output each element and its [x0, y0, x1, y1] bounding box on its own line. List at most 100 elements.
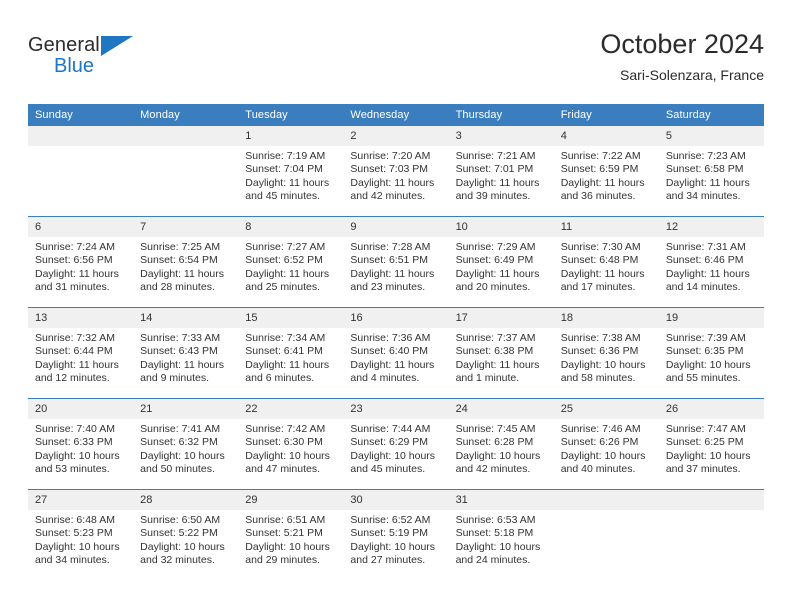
sunset-text: Sunset: 6:33 PM	[35, 436, 113, 449]
sunset-text: Sunset: 6:44 PM	[35, 345, 113, 358]
calendar-day-cell[interactable]: 19 Sunrise: 7:39 AM Sunset: 6:35 PM Dayligh…	[658, 307, 764, 399]
calendar-day-cell-empty	[28, 126, 134, 217]
daylight-text: and 6 minutes.	[245, 372, 315, 385]
calendar-day-cell[interactable]: 21 Sunrise: 7:41 AM Sunset: 6:32 PM Dayligh…	[133, 398, 239, 490]
sunset-text: Sunset: 6:58 PM	[665, 163, 744, 176]
calendar-day-cell[interactable]: 12 Sunrise: 7:31 AM Sunset: 6:46 PM Dayligh…	[658, 216, 764, 308]
daylight-text: and 1 minute.	[455, 372, 520, 385]
page-subtitle: Sari-Solenzara, France	[620, 67, 764, 83]
daylight-text: and 42 minutes.	[455, 463, 531, 476]
sunset-text: Sunset: 5:19 PM	[350, 527, 429, 540]
sunrise-text: Sunrise: 7:33 AM	[140, 332, 221, 344]
calendar-day-cell[interactable]: 22 Sunrise: 7:42 AM Sunset: 6:30 PM Dayligh…	[238, 398, 344, 490]
sunrise-text: Sunrise: 6:53 AM	[455, 514, 536, 526]
day-number: 25	[553, 399, 659, 419]
calendar-day-cell[interactable]: 24 Sunrise: 7:45 AM Sunset: 6:28 PM Dayligh…	[448, 398, 554, 490]
calendar-day-cell[interactable]: 9 Sunrise: 7:28 AM Sunset: 6:51 PM Daylight…	[343, 216, 449, 308]
sunrise-text: Sunrise: 7:44 AM	[350, 423, 431, 435]
daylight-text: Daylight: 10 hours	[140, 449, 225, 462]
calendar-day-cell[interactable]: 8 Sunrise: 7:27 AM Sunset: 6:52 PM Daylight…	[238, 216, 344, 308]
sunset-text: Sunset: 6:32 PM	[140, 436, 218, 449]
daylight-text: Daylight: 10 hours	[665, 358, 751, 371]
day-number: 6	[28, 217, 134, 237]
daylight-text: Daylight: 11 hours	[560, 267, 645, 280]
day-number: 17	[448, 308, 554, 328]
day-details: Sunrise: 7:20 AM Sunset: 7:03 PM Daylight:…	[343, 146, 448, 204]
sunset-text: Sunset: 6:48 PM	[560, 254, 639, 267]
day-number: 14	[133, 308, 239, 328]
sunset-text: Sunset: 6:56 PM	[35, 254, 113, 267]
calendar-day-cell[interactable]: 3 Sunrise: 7:21 AM Sunset: 7:01 PM Daylight…	[448, 126, 554, 217]
day-details: Sunrise: 6:52 AM Sunset: 5:19 PM Daylight:…	[343, 510, 448, 568]
day-number: 24	[448, 399, 554, 419]
day-details: Sunrise: 7:32 AM Sunset: 6:44 PM Daylight:…	[28, 328, 133, 386]
calendar-day-cell[interactable]: 31 Sunrise: 6:53 AM Sunset: 5:18 PM Dayligh…	[448, 489, 554, 580]
weekday-header-tuesday: Tuesday	[238, 104, 344, 126]
daylight-text: Daylight: 11 hours	[455, 267, 540, 280]
calendar-day-cell[interactable]: 1 Sunrise: 7:19 AM Sunset: 7:04 PM Daylight…	[238, 126, 344, 217]
calendar-day-cell[interactable]: 26 Sunrise: 7:47 AM Sunset: 6:25 PM Dayligh…	[658, 398, 764, 490]
day-details: Sunrise: 7:27 AM Sunset: 6:52 PM Daylight:…	[238, 237, 343, 295]
calendar-body: 1 Sunrise: 7:19 AM Sunset: 7:04 PM Daylight…	[28, 126, 764, 580]
sunset-text: Sunset: 6:43 PM	[140, 345, 218, 358]
calendar-day-cell[interactable]: 7 Sunrise: 7:25 AM Sunset: 6:54 PM Daylight…	[133, 216, 239, 308]
day-details: Sunrise: 7:41 AM Sunset: 6:32 PM Daylight:…	[133, 419, 238, 477]
calendar-day-cell-empty	[133, 126, 239, 217]
calendar-day-cell[interactable]: 29 Sunrise: 6:51 AM Sunset: 5:21 PM Dayligh…	[238, 489, 344, 580]
day-details: Sunrise: 7:28 AM Sunset: 6:51 PM Daylight:…	[343, 237, 448, 295]
calendar-day-cell[interactable]: 23 Sunrise: 7:44 AM Sunset: 6:29 PM Dayligh…	[343, 398, 449, 490]
calendar-day-cell[interactable]: 27 Sunrise: 6:48 AM Sunset: 5:23 PM Dayligh…	[28, 489, 134, 580]
calendar-day-cell[interactable]: 6 Sunrise: 7:24 AM Sunset: 6:56 PM Daylight…	[28, 216, 134, 308]
sunset-text: Sunset: 6:38 PM	[455, 345, 534, 358]
day-number: 27	[28, 490, 134, 510]
sunset-text: Sunset: 6:40 PM	[350, 345, 429, 358]
sunrise-text: Sunrise: 7:22 AM	[560, 150, 641, 162]
sunset-text: Sunset: 5:22 PM	[140, 527, 218, 540]
calendar-day-cell[interactable]: 25 Sunrise: 7:46 AM Sunset: 6:26 PM Dayligh…	[553, 398, 659, 490]
day-number: 21	[133, 399, 239, 419]
day-number: 7	[133, 217, 239, 237]
sunset-text: Sunset: 7:01 PM	[455, 163, 534, 176]
calendar-day-cell[interactable]: 17 Sunrise: 7:37 AM Sunset: 6:38 PM Dayligh…	[448, 307, 554, 399]
day-number: 8	[238, 217, 344, 237]
calendar-day-cell[interactable]: 28 Sunrise: 6:50 AM Sunset: 5:22 PM Dayligh…	[133, 489, 239, 580]
calendar-day-cell[interactable]: 13 Sunrise: 7:32 AM Sunset: 6:44 PM Dayligh…	[28, 307, 134, 399]
sunrise-text: Sunrise: 7:38 AM	[560, 332, 641, 344]
sunset-text: Sunset: 6:36 PM	[560, 345, 639, 358]
calendar-day-cell[interactable]: 5 Sunrise: 7:23 AM Sunset: 6:58 PM Daylight…	[658, 126, 764, 217]
sunrise-text: Sunrise: 7:32 AM	[35, 332, 115, 344]
sunrise-text: Sunrise: 7:47 AM	[665, 423, 746, 435]
calendar-day-cell[interactable]: 15 Sunrise: 7:34 AM Sunset: 6:41 PM Dayligh…	[238, 307, 344, 399]
daylight-text: and 20 minutes.	[455, 281, 531, 294]
calendar-day-cell[interactable]: 4 Sunrise: 7:22 AM Sunset: 6:59 PM Daylight…	[553, 126, 659, 217]
calendar-day-cell[interactable]: 2 Sunrise: 7:20 AM Sunset: 7:03 PM Daylight…	[343, 126, 449, 217]
daylight-text: Daylight: 11 hours	[350, 267, 435, 280]
daylight-text: and 34 minutes.	[665, 190, 741, 203]
day-number: 9	[343, 217, 449, 237]
sunset-text: Sunset: 6:52 PM	[245, 254, 323, 267]
calendar-day-cell[interactable]: 16 Sunrise: 7:36 AM Sunset: 6:40 PM Dayligh…	[343, 307, 449, 399]
calendar-day-cell[interactable]: 30 Sunrise: 6:52 AM Sunset: 5:19 PM Dayligh…	[343, 489, 449, 580]
calendar-day-cell[interactable]: 20 Sunrise: 7:40 AM Sunset: 6:33 PM Dayligh…	[28, 398, 134, 490]
daylight-text: Daylight: 11 hours	[35, 358, 119, 371]
daylight-text: Daylight: 11 hours	[35, 267, 119, 280]
general-blue-logo[interactable]: General Blue	[28, 34, 148, 86]
calendar-day-cell[interactable]: 10 Sunrise: 7:29 AM Sunset: 6:49 PM Dayligh…	[448, 216, 554, 308]
sunrise-text: Sunrise: 7:19 AM	[245, 150, 326, 162]
daylight-text: and 40 minutes.	[560, 463, 636, 476]
daylight-text: and 45 minutes.	[245, 190, 320, 203]
weekday-header-monday: Monday	[133, 104, 239, 126]
daylight-text: and 27 minutes.	[350, 554, 426, 567]
calendar-day-cell[interactable]: 11 Sunrise: 7:30 AM Sunset: 6:48 PM Dayligh…	[553, 216, 659, 308]
daylight-text: and 53 minutes.	[35, 463, 110, 476]
calendar-day-cell[interactable]: 18 Sunrise: 7:38 AM Sunset: 6:36 PM Dayligh…	[553, 307, 659, 399]
calendar-week-row: 13 Sunrise: 7:32 AM Sunset: 6:44 PM Dayligh…	[28, 307, 764, 399]
day-number	[28, 126, 134, 146]
calendar-day-cell[interactable]: 14 Sunrise: 7:33 AM Sunset: 6:43 PM Dayligh…	[133, 307, 239, 399]
daylight-text: Daylight: 11 hours	[455, 358, 540, 371]
day-number	[133, 126, 239, 146]
sunset-text: Sunset: 6:54 PM	[140, 254, 218, 267]
daylight-text: and 12 minutes.	[35, 372, 110, 385]
logo-text-blue: Blue	[54, 55, 95, 77]
daylight-text: Daylight: 10 hours	[560, 449, 646, 462]
